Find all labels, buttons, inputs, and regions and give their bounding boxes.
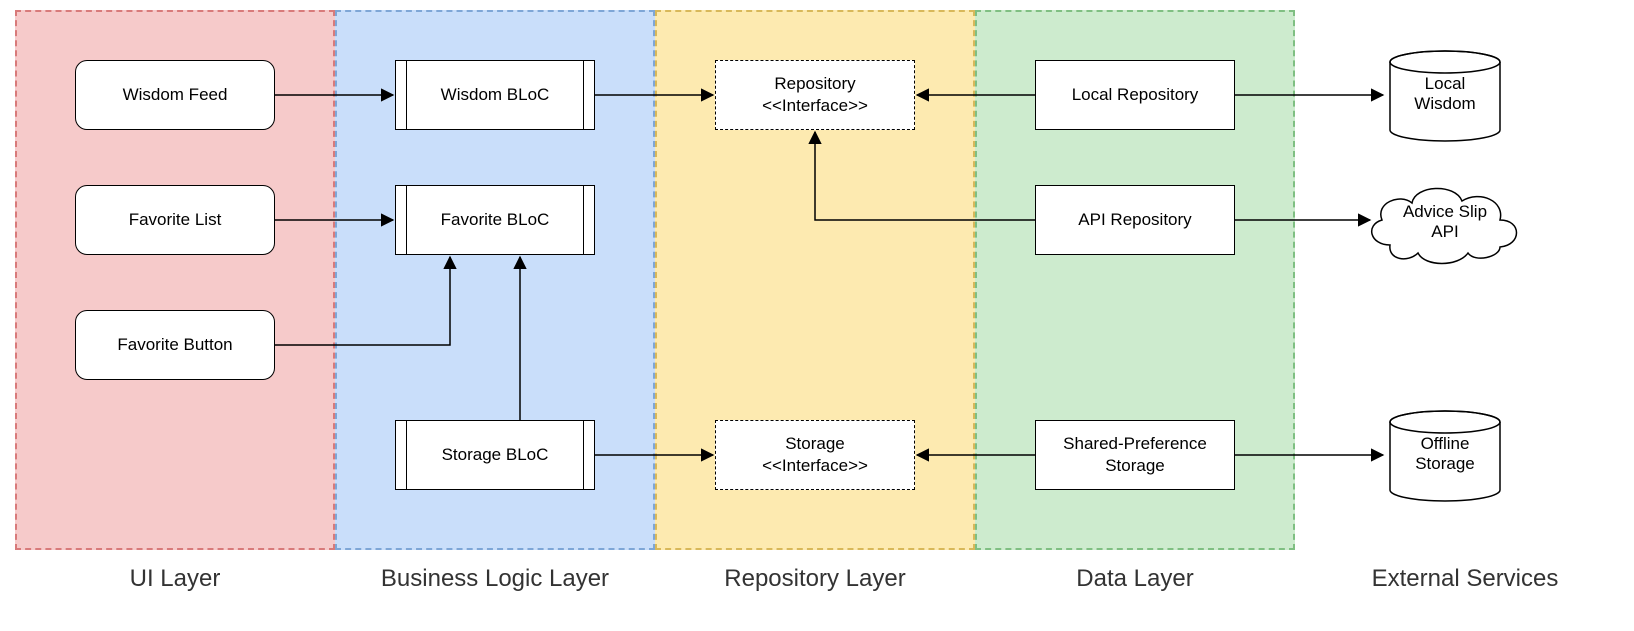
node-local-repository: Local Repository [1035, 60, 1235, 130]
node-storage-bloc: Storage BLoC [395, 420, 595, 490]
diagram-canvas: UI Layer Business Logic Layer Repository… [0, 0, 1634, 631]
repository-interface-label: Repository <<Interface>> [762, 73, 868, 117]
layer-label-repo: Repository Layer [655, 565, 975, 593]
shared-preference-label: Shared-Preference Storage [1040, 433, 1230, 477]
layer-label-logic: Business Logic Layer [335, 565, 655, 593]
storage-interface-label: Storage <<Interface>> [762, 433, 868, 477]
node-favorite-list: Favorite List [75, 185, 275, 255]
layer-label-ui: UI Layer [15, 565, 335, 593]
node-favorite-bloc: Favorite BLoC [395, 185, 595, 255]
node-favorite-button: Favorite Button [75, 310, 275, 380]
layer-label-external: External Services [1320, 565, 1610, 593]
offline-storage-label: Offline Storage [1385, 434, 1505, 474]
node-api-repository: API Repository [1035, 185, 1235, 255]
node-repository-interface: Repository <<Interface>> [715, 60, 915, 130]
node-shared-preference: Shared-Preference Storage [1035, 420, 1235, 490]
node-wisdom-feed: Wisdom Feed [75, 60, 275, 130]
advice-api-label: Advice Slip API [1360, 202, 1530, 242]
layer-label-data: Data Layer [975, 565, 1295, 593]
local-wisdom-label: Local Wisdom [1385, 74, 1505, 114]
node-storage-interface: Storage <<Interface>> [715, 420, 915, 490]
node-wisdom-bloc: Wisdom BLoC [395, 60, 595, 130]
